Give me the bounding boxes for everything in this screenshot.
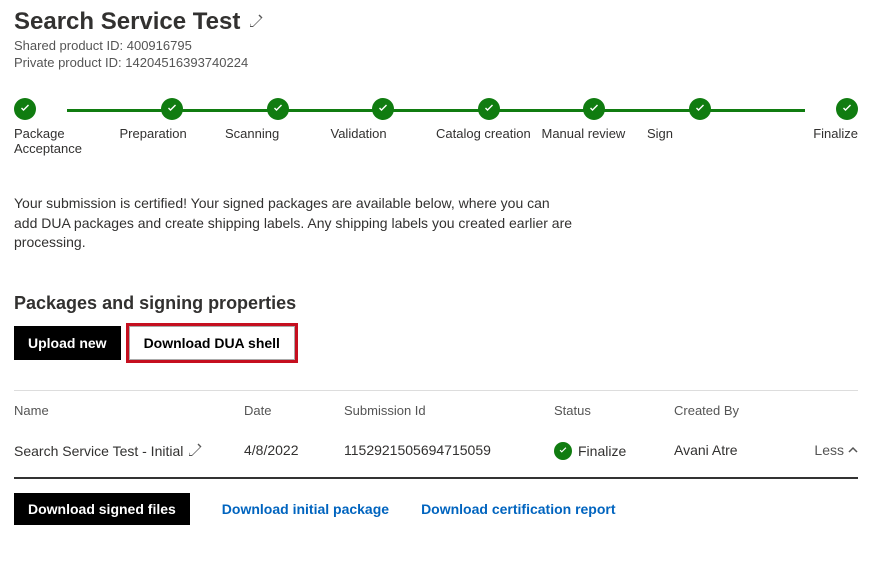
download-dua-shell-button[interactable]: Download DUA shell xyxy=(129,326,295,360)
step-label: Finalize xyxy=(753,126,859,141)
step-preparation: Preparation xyxy=(120,98,226,141)
edit-title-icon[interactable] xyxy=(248,13,264,32)
row-submission-id: 1152921505694715059 xyxy=(344,442,554,458)
packages-section-title: Packages and signing properties xyxy=(14,293,858,314)
step-scanning: Scanning xyxy=(225,98,331,141)
step-catalog-creation: Catalog creation xyxy=(436,98,542,141)
row-name: Search Service Test - Initial xyxy=(14,443,183,459)
step-label: Scanning xyxy=(225,126,331,141)
col-header-submission: Submission Id xyxy=(344,403,554,418)
check-icon xyxy=(14,98,36,120)
step-label: Sign xyxy=(647,126,753,141)
chevron-up-icon xyxy=(848,442,858,458)
private-product-id: Private product ID: 14204516393740224 xyxy=(14,55,858,70)
row-date: 4/8/2022 xyxy=(244,442,344,458)
row-created-by: Avani Atre xyxy=(674,442,774,458)
step-label: Package Acceptance xyxy=(14,126,120,156)
step-label: Manual review xyxy=(542,126,648,141)
upload-new-button[interactable]: Upload new xyxy=(14,326,121,360)
check-icon xyxy=(478,98,500,120)
check-icon xyxy=(836,98,858,120)
download-signed-files-button[interactable]: Download signed files xyxy=(14,493,190,525)
table-header: Name Date Submission Id Status Created B… xyxy=(14,391,858,430)
page-title: Search Service Test xyxy=(14,8,240,36)
col-header-created-by: Created By xyxy=(674,403,774,418)
row-status: Finalize xyxy=(578,443,626,459)
status-message: Your submission is certified! Your signe… xyxy=(14,194,574,253)
table-row: Search Service Test - Initial 4/8/2022 1… xyxy=(14,430,858,479)
shared-product-id: Shared product ID: 400916795 xyxy=(14,38,858,53)
row-toggle[interactable]: Less xyxy=(774,442,858,458)
shared-id-value: 400916795 xyxy=(127,38,192,53)
check-icon xyxy=(583,98,605,120)
col-header-status: Status xyxy=(554,403,674,418)
packages-table: Name Date Submission Id Status Created B… xyxy=(14,390,858,479)
col-header-date: Date xyxy=(244,403,344,418)
check-icon xyxy=(372,98,394,120)
step-label: Preparation xyxy=(120,126,226,141)
col-header-name: Name xyxy=(14,403,244,418)
private-id-label: Private product ID: xyxy=(14,55,125,70)
step-label: Catalog creation xyxy=(436,126,542,141)
download-initial-package-link[interactable]: Download initial package xyxy=(222,501,389,517)
step-sign: Sign xyxy=(647,98,753,141)
download-certification-report-link[interactable]: Download certification report xyxy=(421,501,615,517)
step-validation: Validation xyxy=(331,98,437,141)
check-icon xyxy=(267,98,289,120)
step-package-acceptance: Package Acceptance xyxy=(14,98,120,156)
status-check-icon xyxy=(554,442,572,460)
step-manual-review: Manual review xyxy=(542,98,648,141)
step-finalize: Finalize xyxy=(753,98,859,141)
shared-id-label: Shared product ID: xyxy=(14,38,127,53)
progress-steps: Package Acceptance Preparation Scanning … xyxy=(14,98,858,156)
edit-row-icon[interactable] xyxy=(187,442,203,461)
check-icon xyxy=(689,98,711,120)
row-toggle-label: Less xyxy=(814,442,844,458)
step-label: Validation xyxy=(331,126,437,141)
private-id-value: 14204516393740224 xyxy=(125,55,248,70)
check-icon xyxy=(161,98,183,120)
